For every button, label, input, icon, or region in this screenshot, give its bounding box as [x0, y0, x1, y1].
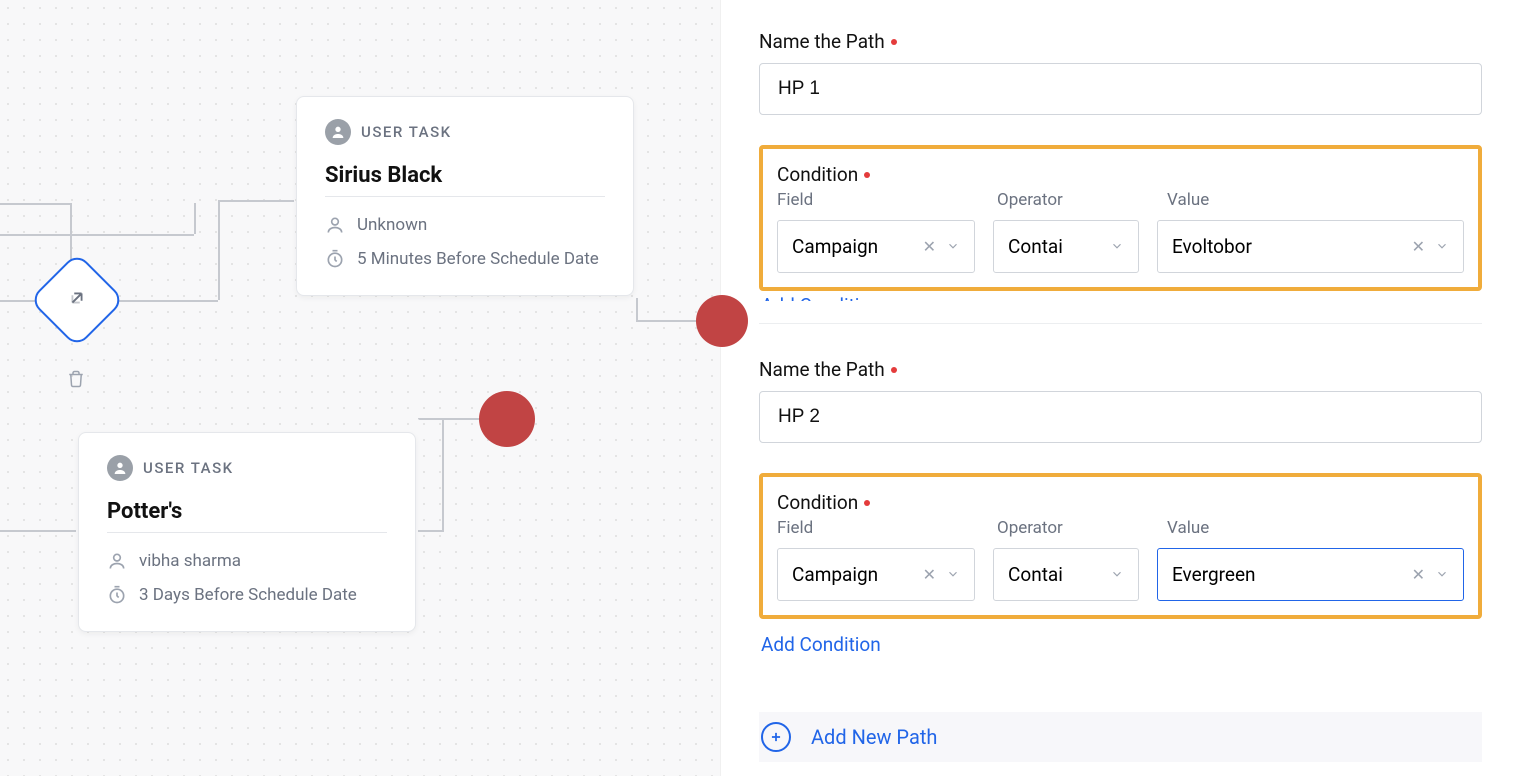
- endpoint-node[interactable]: [696, 295, 748, 347]
- condition-operator-select[interactable]: Contai: [993, 548, 1139, 601]
- branch-icon: [66, 287, 88, 313]
- task-type-label: USER TASK: [361, 123, 452, 141]
- path-name-label: Name the Path: [759, 358, 1482, 381]
- chevron-down-icon[interactable]: [1435, 563, 1449, 586]
- condition-field-select[interactable]: Campaign ✕: [777, 548, 975, 601]
- gateway-node[interactable]: [31, 254, 123, 346]
- task-assignee-row: vibha sharma: [107, 551, 387, 571]
- clear-icon[interactable]: ✕: [923, 565, 936, 584]
- task-assignee-row: Unknown: [325, 215, 605, 235]
- task-title: Sirius Black: [325, 163, 605, 188]
- chevron-down-icon[interactable]: [1110, 563, 1124, 586]
- path-name-label: Name the Path: [759, 30, 1482, 53]
- clock-icon: [325, 249, 345, 269]
- path-name-input[interactable]: [759, 63, 1482, 115]
- field-column-label: Field: [777, 190, 997, 210]
- condition-block: Condition Field Operator Value Campaign …: [759, 145, 1482, 291]
- add-new-path-button[interactable]: Add New Path: [759, 712, 1482, 762]
- clock-icon: [107, 585, 127, 605]
- task-card[interactable]: USER TASK Potter's vibha sharma 3 Days B…: [78, 432, 416, 632]
- clear-icon[interactable]: ✕: [1412, 565, 1425, 584]
- clear-icon[interactable]: ✕: [923, 237, 936, 256]
- operator-column-label: Operator: [997, 190, 1167, 210]
- user-icon: [325, 119, 351, 145]
- value-column-label: Value: [1167, 190, 1464, 210]
- endpoint-node[interactable]: [479, 391, 535, 447]
- path-config-panel: Name the Path Condition Field Operator V…: [720, 0, 1520, 776]
- task-card[interactable]: USER TASK Sirius Black Unknown 5 Minutes…: [296, 96, 634, 296]
- task-title: Potter's: [107, 499, 387, 524]
- value-column-label: Value: [1167, 518, 1464, 538]
- chevron-down-icon[interactable]: [946, 235, 960, 258]
- person-icon: [107, 551, 127, 571]
- add-condition-link[interactable]: Add Condition: [761, 297, 881, 301]
- operator-column-label: Operator: [997, 518, 1167, 538]
- delete-icon[interactable]: [67, 370, 85, 392]
- condition-field-select[interactable]: Campaign ✕: [777, 220, 975, 273]
- field-column-label: Field: [777, 518, 997, 538]
- plus-circle-icon: [761, 722, 791, 752]
- path-name-input[interactable]: [759, 391, 1482, 443]
- clear-icon[interactable]: ✕: [1412, 237, 1425, 256]
- add-condition-link[interactable]: Add Condition: [761, 633, 881, 656]
- task-type-label: USER TASK: [143, 459, 234, 477]
- workflow-canvas[interactable]: USER TASK Sirius Black Unknown 5 Minutes…: [0, 0, 720, 776]
- chevron-down-icon[interactable]: [946, 563, 960, 586]
- chevron-down-icon[interactable]: [1110, 235, 1124, 258]
- condition-operator-select[interactable]: Contai: [993, 220, 1139, 273]
- task-timing-row: 3 Days Before Schedule Date: [107, 585, 387, 605]
- condition-block: Condition Field Operator Value Campaign …: [759, 473, 1482, 619]
- condition-value-select[interactable]: Evoltobor ✕: [1157, 220, 1464, 273]
- task-timing-row: 5 Minutes Before Schedule Date: [325, 249, 605, 269]
- chevron-down-icon[interactable]: [1435, 235, 1449, 258]
- user-icon: [107, 455, 133, 481]
- person-icon: [325, 215, 345, 235]
- condition-value-select[interactable]: Evergreen ✕: [1157, 548, 1464, 601]
